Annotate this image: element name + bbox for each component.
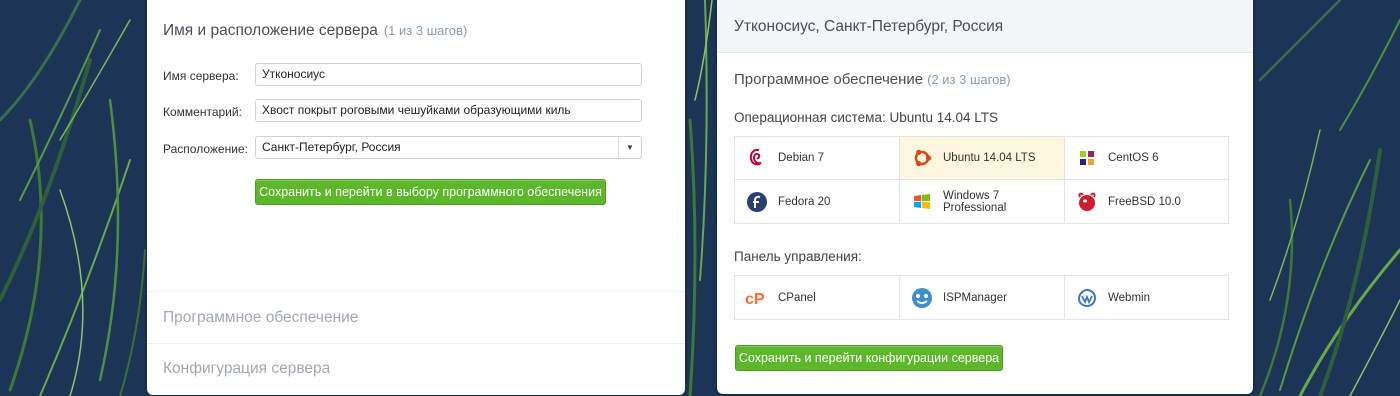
software-panel: Утконосиус, Санкт-Петербург, Россия Прог… <box>717 0 1253 394</box>
os-label: Операционная система: Ubuntu 14.04 LTS <box>734 110 999 125</box>
save-and-go-software-button[interactable]: Сохранить и перейти в выбору программног… <box>255 179 606 205</box>
comment-label: Комментарий: <box>163 105 242 119</box>
panel-label-webmin: Webmin <box>1108 291 1150 304</box>
location-select[interactable]: Санкт-Петербург, Россия ▼ <box>255 136 642 159</box>
os-grid: Debian 7 Ubuntu 14.04 LTS CentOS 6 Fedor… <box>734 136 1229 224</box>
os-option-centos[interactable]: CentOS 6 <box>1065 137 1228 180</box>
panel-option-ispmanager[interactable]: ISPManager <box>900 276 1065 319</box>
os-option-debian[interactable]: Debian 7 <box>735 137 900 180</box>
chevron-down-icon[interactable]: ▼ <box>618 137 641 158</box>
os-option-fedora[interactable]: Fedora 20 <box>735 180 900 223</box>
control-panel-grid: cP CPanel ISPManager Webmin <box>734 275 1229 320</box>
save-and-go-config-button[interactable]: Сохранить и перейти конфигурации сервера <box>735 345 1003 371</box>
server-summary-bar: Утконосиус, Санкт-Петербург, Россия <box>717 0 1253 53</box>
os-label-freebsd: FreeBSD 10.0 <box>1108 195 1181 208</box>
location-value: Санкт-Петербург, Россия <box>262 140 401 154</box>
ubuntu-icon <box>910 146 934 170</box>
step1-heading: Имя и расположение сервера (1 из 3 шагов) <box>163 22 467 40</box>
panel-label-cpanel: CPanel <box>778 291 816 304</box>
control-panel-label: Панель управления: <box>734 249 862 264</box>
os-label-debian: Debian 7 <box>778 152 825 164</box>
panel-label-ispmanager: ISPManager <box>943 291 1007 304</box>
cpanel-icon: cP <box>745 286 769 310</box>
step2-heading: Программное обеспечение (2 из 3 шагов) <box>734 71 1011 88</box>
windows-icon <box>910 190 934 214</box>
panel-option-webmin[interactable]: Webmin <box>1065 276 1228 319</box>
debian-icon <box>745 146 769 170</box>
svg-text:cP: cP <box>745 291 765 308</box>
panel-option-cpanel[interactable]: cP CPanel <box>735 276 900 319</box>
server-name-label: Имя сервера: <box>163 69 239 83</box>
centos-icon <box>1075 146 1099 170</box>
webmin-icon <box>1075 286 1099 310</box>
server-name-location-panel: Имя и расположение сервера (1 из 3 шагов)… <box>147 0 685 395</box>
server-name-input[interactable]: Утконосиус <box>255 63 642 86</box>
os-label-fedora: Fedora 20 <box>778 195 831 208</box>
section-software-collapsed[interactable]: Программное обеспечение <box>147 291 685 343</box>
server-name-value: Утконосиус <box>262 67 326 81</box>
section-config-collapsed[interactable]: Конфигурация сервера <box>147 343 685 395</box>
os-label-centos: CentOS 6 <box>1108 152 1159 164</box>
os-label-ubuntu: Ubuntu 14.04 LTS <box>943 152 1036 164</box>
step1-title: Имя и расположение сервера <box>163 22 378 39</box>
os-option-ubuntu[interactable]: Ubuntu 14.04 LTS <box>900 137 1065 180</box>
location-label: Расположение: <box>163 142 248 156</box>
os-option-freebsd[interactable]: FreeBSD 10.0 <box>1065 180 1228 223</box>
fedora-icon <box>745 190 769 214</box>
step2-counter: (2 из 3 шагов) <box>927 72 1011 87</box>
os-label-windows: Windows 7 Professional <box>943 189 1007 214</box>
step2-title: Программное обеспечение <box>734 71 924 88</box>
comment-input[interactable]: Хвост покрыт роговыми чешуйками образующ… <box>255 99 642 122</box>
server-summary-text: Утконосиус, Санкт-Петербург, Россия <box>734 18 1004 35</box>
ispmanager-icon <box>910 286 934 310</box>
os-option-windows[interactable]: Windows 7 Professional <box>900 180 1065 223</box>
freebsd-icon <box>1075 190 1099 214</box>
comment-value: Хвост покрыт роговыми чешуйками образующ… <box>262 103 571 117</box>
step1-counter: (1 из 3 шагов) <box>383 23 468 38</box>
